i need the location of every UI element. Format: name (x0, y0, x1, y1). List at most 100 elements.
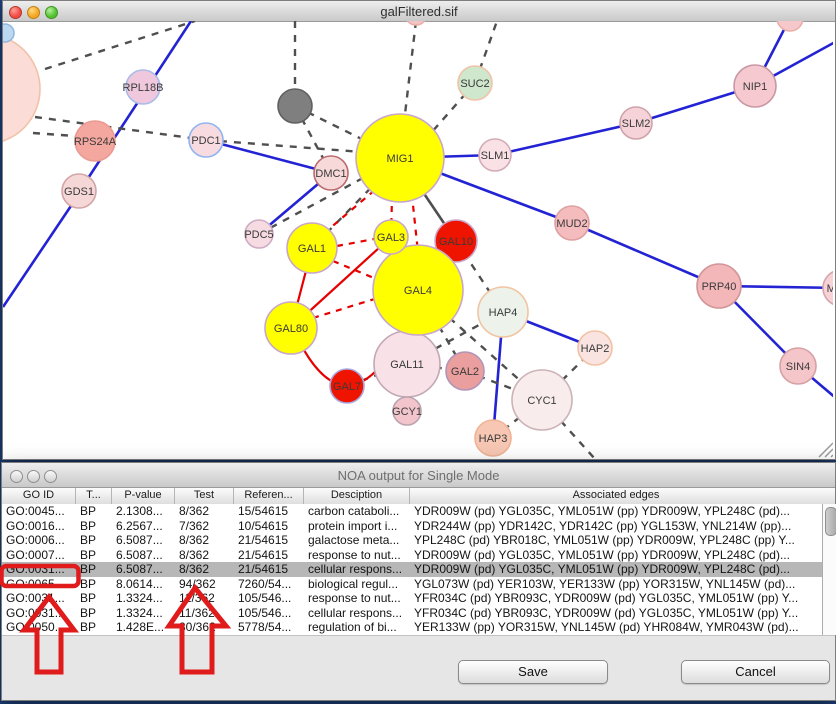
cell-type: BP (76, 577, 112, 592)
column-header[interactable]: GO ID (2, 488, 76, 504)
table-header[interactable]: GO IDT...P-valueTestReferen...Desciption… (2, 488, 835, 505)
node-label: HAP3 (479, 433, 508, 445)
resize-grip (831, 455, 833, 457)
node-bigleft[interactable] (3, 34, 40, 144)
table-row[interactable]: GO:0031...BP6.5087...8/36221/54615cellul… (2, 562, 822, 577)
cell-reference: 21/54615 (234, 533, 304, 548)
column-header[interactable]: Referen... (234, 488, 304, 504)
column-header[interactable]: Test (175, 488, 234, 504)
desktop: galFiltered.sif MIG1RPL18BRPS24AGDS1PDC1… (0, 0, 836, 704)
edge (35, 117, 206, 140)
table-row[interactable]: GO:0045...BP2.1308...8/36215/54615carbon… (2, 504, 822, 519)
cell-go_id: GO:0031... (2, 606, 76, 621)
table-body[interactable]: GO:0045...BP2.1308...8/36215/54615carbon… (2, 504, 822, 635)
noa-output-window: NOA output for Single Mode GO IDT...P-va… (1, 462, 836, 701)
save-button[interactable]: Save (458, 660, 608, 684)
cell-description: biological regul... (304, 577, 410, 592)
table-row[interactable]: GO:0006...BP6.5087...8/36221/54615galact… (2, 533, 822, 548)
cell-test: 7/362 (175, 519, 234, 534)
column-header[interactable]: Desciption (304, 488, 410, 504)
node-label: GAL80 (274, 323, 308, 335)
cell-test: 8/362 (175, 562, 234, 577)
cell-description: protein import i... (304, 519, 410, 534)
cell-reference: 5778/54... (234, 620, 304, 635)
cell-reference: 21/54615 (234, 548, 304, 563)
table-scrollbar[interactable] (822, 504, 836, 635)
cell-type: BP (76, 504, 112, 519)
node-label: RPS24A (74, 136, 117, 148)
cell-p_value: 6.5087... (112, 562, 175, 577)
cell-test: 11/362 (175, 606, 234, 621)
node-label: HAP4 (489, 307, 518, 319)
cell-go_id: GO:0007... (2, 548, 76, 563)
cell-reference: 105/546... (234, 591, 304, 606)
node-cornerblue[interactable] (3, 24, 14, 42)
cell-go_id: GO:0016... (2, 519, 76, 534)
column-header[interactable]: Associated edges (410, 488, 822, 504)
cell-type: BP (76, 591, 112, 606)
table-row[interactable]: GO:0016...BP6.2567...7/36210/54615protei… (2, 519, 822, 534)
noa-window-title: NOA output for Single Mode (2, 468, 835, 483)
table-row[interactable]: GO:0007...BP6.5087...8/36221/54615respon… (2, 548, 822, 563)
noa-window-titlebar[interactable]: NOA output for Single Mode (2, 463, 835, 488)
cell-type: BP (76, 519, 112, 534)
cell-edges: YER133W (pp) YOR315W, YNL145W (pd) YHR08… (410, 620, 822, 635)
node-label: PDC5 (244, 229, 273, 241)
cell-p_value: 2.1308... (112, 504, 175, 519)
network-canvas[interactable]: MIG1RPL18BRPS24AGDS1PDC1DMC1SUC2SLM1SLM2… (3, 21, 833, 458)
node-label: GAL7 (333, 381, 361, 393)
node-label: SLM2 (622, 118, 651, 130)
cell-p_value: 1.3324... (112, 591, 175, 606)
cell-test: 94/362 (175, 577, 234, 592)
graph-window-titlebar[interactable]: galFiltered.sif (3, 1, 835, 22)
node-label: DMC1 (315, 168, 346, 180)
cell-edges: YDR244W (pp) YDR142C, YDR142C (pp) YGL15… (410, 519, 822, 534)
cell-edges: YDR009W (pd) YGL035C, YML051W (pp) YDR00… (410, 562, 822, 577)
edge (572, 223, 719, 286)
cell-type: BP (76, 562, 112, 577)
node-topnode2[interactable] (777, 21, 803, 31)
table-row[interactable]: GO:0031...BP1.3324...11/362105/546...cel… (2, 606, 822, 621)
node-label: SIN4 (786, 361, 810, 373)
node-label: GAL1 (298, 243, 326, 255)
node-gray[interactable] (278, 89, 312, 123)
cell-description: response to nut... (304, 548, 410, 563)
cell-go_id: GO:0031... (2, 591, 76, 606)
node-label: CYC1 (527, 395, 556, 407)
cell-edges: YGL073W (pd) YER103W, YER133W (pp) YOR31… (410, 577, 822, 592)
cell-description: response to nut... (304, 591, 410, 606)
button-panel: Save Cancel (2, 635, 835, 700)
cell-go_id: GO:0031... (2, 562, 76, 577)
node-label: GAL2 (451, 366, 479, 378)
cell-p_value: 6.5087... (112, 533, 175, 548)
cell-test: 8/362 (175, 548, 234, 563)
cell-go_id: GO:0065... (2, 577, 76, 592)
cell-edges: YFR034C (pd) YBR093C, YDR009W (pd) YGL03… (410, 591, 822, 606)
node-topnode1[interactable] (405, 21, 427, 25)
node-label: MSL1 (827, 283, 833, 295)
cell-description: cellular respons... (304, 606, 410, 621)
node-label: RPL18B (123, 82, 164, 94)
table-row[interactable]: GO:0050...BP1.428E...80/3625778/54...reg… (2, 620, 822, 635)
edge (45, 21, 195, 69)
node-label: SUC2 (460, 78, 489, 90)
edge (3, 191, 81, 307)
scrollbar-thumb[interactable] (825, 507, 836, 536)
node-label: HAP2 (581, 343, 610, 355)
table-row[interactable]: GO:0031...BP1.3324...11/362105/546...res… (2, 591, 822, 606)
cancel-button[interactable]: Cancel (681, 660, 830, 684)
column-header[interactable]: P-value (112, 488, 175, 504)
cell-reference: 15/54615 (234, 504, 304, 519)
table-row[interactable]: GO:0065...BP8.0614...94/3627260/54...bio… (2, 577, 822, 592)
node-label: MUD2 (556, 218, 587, 230)
edge (495, 123, 636, 155)
cell-go_id: GO:0045... (2, 504, 76, 519)
column-header[interactable]: T... (76, 488, 112, 504)
cell-go_id: GO:0050... (2, 620, 76, 635)
graph-window: galFiltered.sif MIG1RPL18BRPS24AGDS1PDC1… (2, 0, 836, 460)
cell-edges: YFR034C (pd) YBR093C, YDR009W (pd) YGL03… (410, 606, 822, 621)
node-label: GDS1 (64, 186, 94, 198)
cell-type: BP (76, 533, 112, 548)
edge (337, 239, 374, 246)
cell-p_value: 1.3324... (112, 606, 175, 621)
